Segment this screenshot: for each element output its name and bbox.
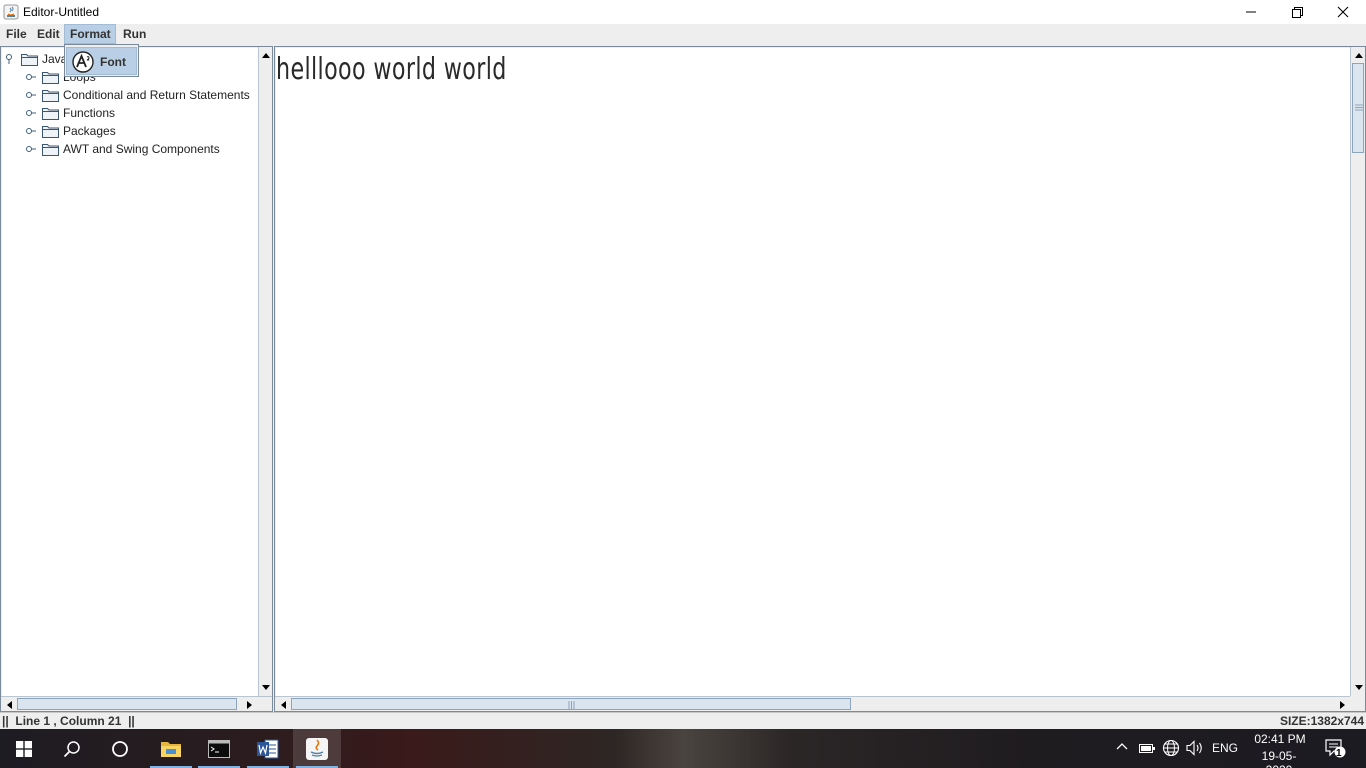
scroll-up-arrow-icon[interactable]	[259, 49, 273, 61]
grip-icon	[1355, 104, 1363, 111]
windows-start-icon	[16, 740, 32, 757]
windows-taskbar: ENG 02:41 PM 19-05-2020 1	[0, 729, 1366, 768]
minimize-icon	[1246, 11, 1256, 13]
tree-label: Conditional and Return Statements	[63, 88, 250, 102]
scroll-down-arrow-icon[interactable]	[1351, 681, 1366, 693]
editor-vertical-scrollbar[interactable]	[1350, 47, 1365, 696]
tree-item-functions[interactable]: Functions	[2, 104, 258, 122]
font-icon	[72, 51, 94, 73]
scroll-up-arrow-icon[interactable]	[1351, 49, 1366, 61]
command-prompt-button[interactable]	[195, 729, 243, 768]
folder-icon	[42, 126, 59, 138]
tree-item-packages[interactable]: Packages	[2, 122, 258, 140]
window-size-status: SIZE:1382x744	[1279, 714, 1364, 728]
status-bar: || Line 1 , Column 21 || SIZE:1382x744	[0, 712, 1366, 729]
project-tree[interactable]: Java Loops Conditional and Return Statem	[2, 48, 258, 696]
cortana-icon	[112, 740, 128, 757]
folder-icon	[42, 72, 59, 84]
java-app-icon	[3, 4, 19, 20]
editor-panel: helllooo world world	[274, 46, 1366, 712]
tree-label: Packages	[63, 124, 116, 138]
menu-edit[interactable]: Edit	[32, 24, 65, 44]
close-button[interactable]	[1320, 0, 1366, 24]
cortana-button[interactable]	[96, 729, 144, 768]
clock-date[interactable]: 19-05-2020	[1249, 749, 1309, 768]
tree-label: AWT and Swing Components	[63, 142, 220, 156]
tree-vertical-scrollbar[interactable]	[258, 47, 272, 696]
tree-collapsed-handle-icon[interactable]	[26, 108, 36, 118]
minimize-button[interactable]	[1228, 0, 1274, 24]
close-icon	[1337, 6, 1349, 18]
tree-item-conditional[interactable]: Conditional and Return Statements	[2, 86, 258, 104]
editor-vscroll-thumb[interactable]	[1352, 63, 1364, 153]
search-icon	[63, 740, 80, 757]
menu-run[interactable]: Run	[118, 24, 151, 44]
start-button[interactable]	[0, 729, 48, 768]
tree-collapsed-handle-icon[interactable]	[26, 90, 36, 100]
scroll-left-arrow-icon[interactable]	[277, 698, 289, 711]
network-globe-icon[interactable]	[1162, 739, 1180, 757]
command-prompt-icon	[208, 739, 230, 758]
java-icon	[306, 737, 328, 760]
editor-hscroll-thumb[interactable]	[291, 698, 851, 710]
java-app-button[interactable]	[293, 729, 341, 768]
word-button[interactable]	[244, 729, 292, 768]
restore-icon	[1291, 6, 1303, 18]
scroll-right-arrow-icon[interactable]	[1336, 698, 1348, 711]
folder-icon	[42, 144, 59, 156]
notification-count-badge: 1	[1336, 748, 1342, 759]
file-explorer-button[interactable]	[147, 729, 195, 768]
show-hidden-icons-chevron-up-icon[interactable]	[1116, 742, 1128, 750]
battery-icon[interactable]	[1139, 742, 1156, 754]
tree-horizontal-scrollbar[interactable]	[1, 696, 272, 711]
tree-collapsed-handle-icon[interactable]	[26, 126, 36, 136]
editor-text-area[interactable]: helllooo world world	[276, 48, 1350, 696]
tree-collapsed-handle-icon[interactable]	[26, 144, 36, 154]
scroll-left-arrow-icon[interactable]	[3, 698, 15, 711]
tree-item-awt-swing[interactable]: AWT and Swing Components	[2, 140, 258, 158]
folder-icon	[42, 90, 59, 102]
menu-bar: File Edit Format Run	[0, 24, 1366, 44]
file-explorer-icon	[161, 741, 181, 757]
editor-horizontal-scrollbar[interactable]	[275, 696, 1350, 711]
input-language-indicator[interactable]: ENG	[1212, 741, 1238, 755]
folder-icon	[42, 108, 59, 120]
word-icon	[257, 739, 279, 758]
folder-icon	[21, 54, 38, 66]
grip-icon	[568, 701, 575, 709]
project-tree-panel: Java Loops Conditional and Return Statem	[0, 46, 273, 712]
tree-expanded-handle-icon[interactable]	[5, 54, 15, 64]
clock-time[interactable]: 02:41 PM	[1254, 732, 1306, 746]
editor-content: helllooo world world	[276, 52, 507, 87]
search-button[interactable]	[48, 729, 96, 768]
tree-collapsed-handle-icon[interactable]	[26, 72, 36, 82]
menu-format[interactable]: Format	[64, 24, 116, 44]
restore-button[interactable]	[1274, 0, 1320, 24]
volume-icon[interactable]	[1186, 740, 1204, 756]
tree-label: Functions	[63, 106, 116, 120]
tree-hscroll-thumb[interactable]	[17, 698, 237, 710]
menu-file[interactable]: File	[1, 24, 32, 44]
menu-item-font-label: Font	[100, 55, 126, 69]
window-title: Editor-Untitled	[23, 5, 100, 19]
scroll-down-arrow-icon[interactable]	[259, 681, 273, 693]
format-dropdown-menu: Font	[64, 44, 139, 77]
menu-item-font[interactable]: Font	[66, 47, 137, 75]
title-bar: Editor-Untitled	[0, 0, 1366, 24]
scroll-right-arrow-icon[interactable]	[243, 698, 255, 711]
cursor-position-status: || Line 1 , Column 21 ||	[2, 714, 135, 728]
